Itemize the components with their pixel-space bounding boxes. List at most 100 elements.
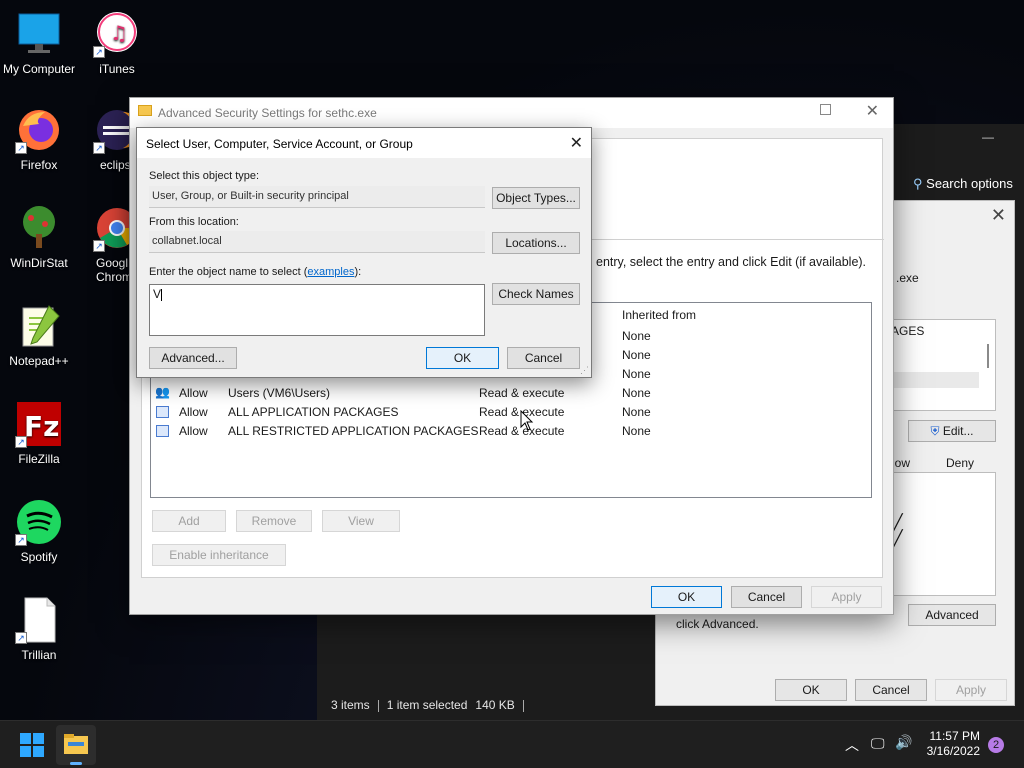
explorer-status-bar: 3 items 1 item selected 140 KB [331,698,532,712]
permissions-list: ╱ ╱ [892,472,996,596]
desktop-icon-my-computer[interactable]: My Computer [0,10,78,76]
svg-text:♫: ♫ [110,21,128,45]
locations-button[interactable]: Locations... [492,232,580,254]
column-allow: low [892,456,911,470]
windirstat-icon [15,204,63,252]
shortcut-arrow-icon: ↗ [93,240,105,252]
firefox-icon: ↗ [15,106,63,154]
apply-button[interactable]: Apply [811,586,882,608]
status-size: 140 KB [475,698,515,712]
shortcut-arrow-icon: ↗ [93,142,105,154]
shortcut-arrow-icon: ↗ [15,632,27,644]
examples-link[interactable]: examples [307,266,354,278]
cancel-button[interactable]: Cancel [507,347,580,369]
text-caret [161,288,163,301]
shortcut-arrow-icon: ↗ [93,46,105,58]
users-group-icon: 👥 [155,385,170,399]
object-types-button[interactable]: Object Types... [492,187,580,209]
scrollbar[interactable] [987,344,989,368]
ok-button[interactable]: OK [651,586,722,608]
resize-grip-icon[interactable]: ⋰ [580,365,589,376]
clock[interactable]: 11:57 PM 3/16/2022 [926,729,980,759]
window-titlebar[interactable]: Advanced Security Settings for sethc.exe… [130,98,893,128]
search-options-icon: ⚲ [913,176,923,191]
status-item-count: 3 items [331,698,370,712]
cancel-button[interactable]: Cancel [731,586,802,608]
svg-text:Fz: Fz [24,410,59,443]
ok-button[interactable]: OK [426,347,499,369]
volume-icon[interactable]: 🔊 [895,734,912,751]
search-options-button[interactable]: ⚲ Search options [913,176,1013,192]
notepad-plus-plus-icon [15,302,63,350]
desktop-icon-firefox[interactable]: ↗ Firefox [0,106,78,172]
close-icon[interactable]: ✕ [570,133,583,153]
notification-badge[interactable]: 2 [988,737,1004,753]
advanced-button[interactable]: Advanced... [149,347,237,369]
clock-date: 3/16/2022 [926,744,980,758]
clock-time: 11:57 PM [929,729,980,743]
desktop-icon-filezilla[interactable]: Fz ↗ FileZilla [0,400,78,466]
desktop-icon-trillian[interactable]: ↗ Trillian [0,596,78,662]
desktop-icon-itunes[interactable]: ♫ ↗ iTunes [78,10,156,76]
desktop-icon-windirstat[interactable]: WinDirStat [0,204,78,270]
advanced-button[interactable]: Advanced [908,604,996,626]
advanced-hint: click Advanced. [676,617,759,631]
itunes-icon: ♫ ↗ [93,10,141,58]
location-label: From this location: [149,216,239,228]
start-button[interactable] [20,733,44,757]
close-icon[interactable]: ✕ [866,101,879,121]
desktop-icon-notepad-plus-plus[interactable]: Notepad++ [0,302,78,368]
view-button[interactable]: View [322,510,400,532]
object-type-field: User, Group, or Built-in security princi… [149,186,485,208]
taskbar: ︿ 🖵 🔊 11:57 PM 3/16/2022 2 [0,720,1024,768]
mouse-cursor-icon [520,410,534,431]
desktop-icon-spotify[interactable]: ↗ Spotify [0,498,78,564]
column-header-inherited[interactable]: Inherited from [622,308,696,322]
dialog-titlebar[interactable]: Select User, Computer, Service Account, … [137,128,591,158]
minimize-icon[interactable]: — [982,130,994,144]
check-names-button[interactable]: Check Names [492,283,580,305]
window-title: Advanced Security Settings for sethc.exe [158,106,377,120]
table-row[interactable]: Allow ALL APPLICATION PACKAGES Read & ex… [155,403,867,422]
apply-button[interactable]: Apply [935,679,1007,701]
edit-permissions-button[interactable]: ⛨ Edit... [908,420,996,442]
ok-button[interactable]: OK [775,679,847,701]
shortcut-arrow-icon: ↗ [15,534,27,546]
maximize-icon[interactable] [820,104,831,115]
shortcut-arrow-icon: ↗ [15,436,27,448]
group-list[interactable]: AGES [891,319,996,411]
package-icon [156,425,169,437]
table-row[interactable]: Allow ALL RESTRICTED APPLICATION PACKAGE… [155,422,867,441]
add-button[interactable]: Add [152,510,226,532]
table-row[interactable]: 👥 Allow Users (VM6\Users) Read & execute… [155,384,867,403]
enable-inheritance-button[interactable]: Enable inheritance [152,544,286,566]
package-icon [156,406,169,418]
taskbar-file-explorer[interactable] [56,725,96,765]
column-deny: Deny [946,456,975,470]
list-selected-row[interactable] [893,372,979,388]
remove-button[interactable]: Remove [236,510,312,532]
monitor-icon [15,10,63,58]
folder-icon [64,734,88,754]
status-divider [377,699,379,712]
cancel-button[interactable]: Cancel [855,679,927,701]
instruction-text: entry, select the entry and click Edit (… [596,255,867,269]
object-name-input[interactable]: V [149,284,485,336]
status-selection: 1 item selected [386,698,468,712]
object-type-label: Select this object type: [149,170,260,182]
windows-logo-icon [20,733,44,757]
active-indicator [70,762,82,765]
close-icon[interactable]: ✕ [991,205,1006,226]
file-icon: ↗ [15,596,63,644]
folder-icon [138,105,152,116]
select-user-dialog: Select User, Computer, Service Account, … [136,127,592,378]
location-field: collabnet.local [149,231,485,253]
enter-name-label: Enter the object name to select (example… [149,266,362,278]
filezilla-icon: Fz ↗ [15,400,63,448]
chevron-up-icon[interactable]: ︿ [845,735,859,755]
network-icon[interactable]: 🖵 [871,735,885,752]
dialog-title: Select User, Computer, Service Account, … [146,137,413,151]
spotify-icon: ↗ [15,498,63,546]
shield-icon: ⛨ [930,424,940,438]
file-name-fragment: .exe [896,271,919,285]
